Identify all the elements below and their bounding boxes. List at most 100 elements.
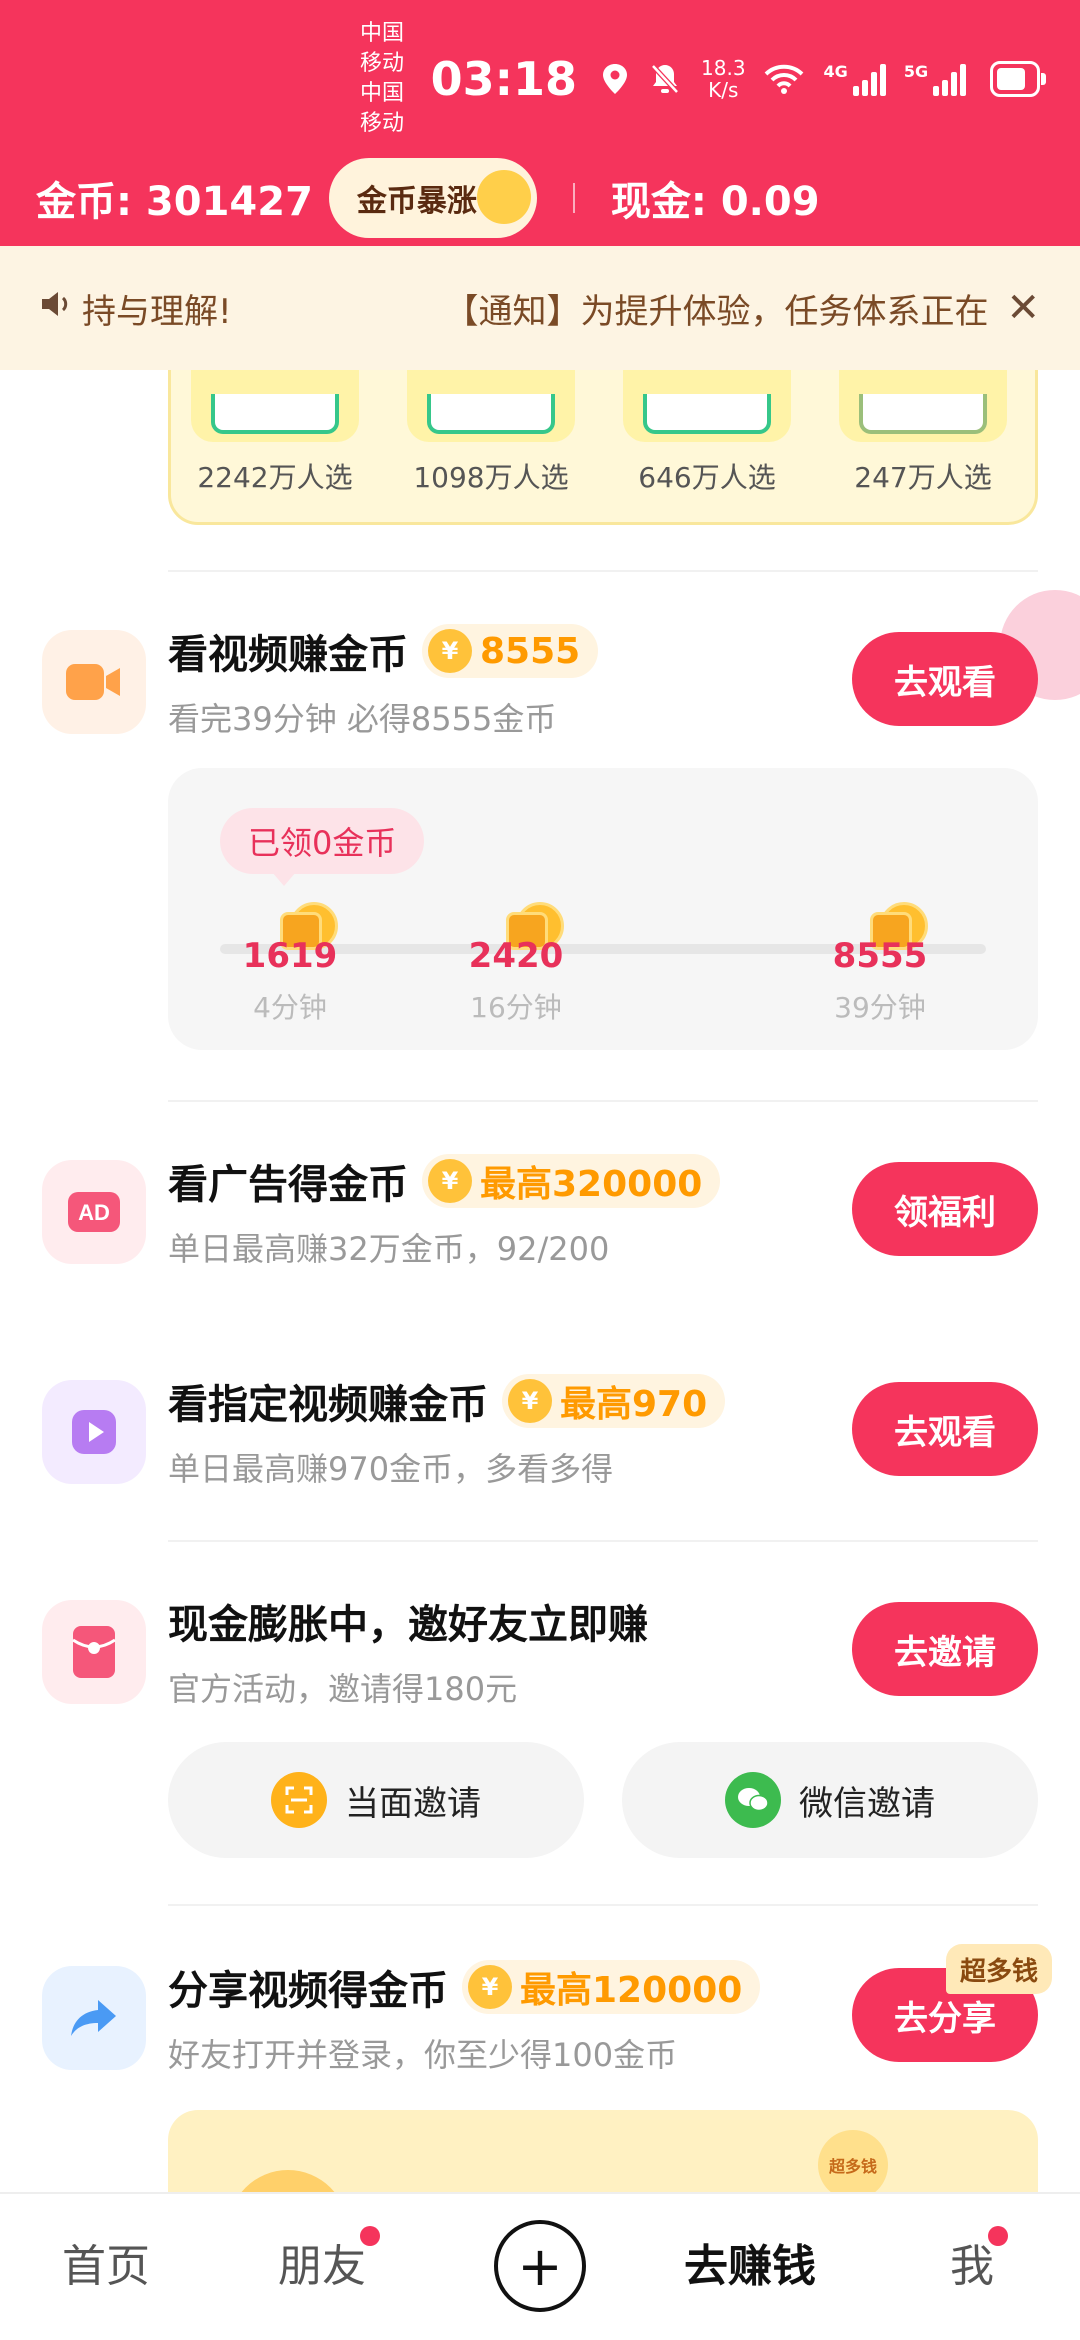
task-title: 现金膨胀中，邀好友立即赚 (168, 1592, 648, 1650)
tab-me[interactable]: 我 (950, 2226, 1008, 2294)
watch-assigned-button[interactable]: 去观看 (852, 1382, 1038, 1476)
task-watch-ads: AD 看广告得金币 ¥ 最高320000 单日最高赚32万金币，92/200 领福… (42, 1142, 1038, 1268)
milestone-time: 39分钟 (834, 991, 926, 1024)
coin-icon: ¥ (428, 1159, 472, 1203)
share-arrow-icon (42, 1966, 146, 2070)
face-invite-label: 当面邀请 (345, 1783, 481, 1824)
goods-item[interactable]: 247万人选 (839, 370, 1007, 494)
wallet-divider (572, 183, 575, 213)
task-title-text: 分享视频得金币 (168, 1968, 448, 2014)
task-subtitle: 单日最高赚32万金币，92/200 (168, 1230, 610, 1268)
task-title: 看指定视频赚金币 ¥ 最高970 (168, 1372, 726, 1430)
task-title-text: 看视频赚金币 (168, 632, 408, 678)
reward-value: 最高970 (560, 1384, 708, 1425)
net-speed: 18.3 K/s (701, 57, 746, 101)
collected-bubble: 已领0金币 (220, 808, 425, 886)
status-time: 03:18 (430, 52, 578, 106)
notification-dot (988, 2226, 1008, 2246)
milestone-value: 2420 (468, 936, 564, 976)
net-type-2: 5G (903, 62, 929, 81)
carrier-2: 中国移动 (360, 81, 405, 136)
reward-pill: ¥ 最高120000 (462, 1960, 761, 2014)
goods-thumb (191, 370, 359, 442)
wechat-invite-label: 微信邀请 (799, 1783, 935, 1824)
wechat-invite-button[interactable]: 微信邀请 (622, 1742, 1038, 1858)
notice-text: 【通知】为提升体验，任务体系正在 (444, 291, 989, 332)
goods-strip: 2242万人选 1098万人选 646万人选 247万人选 (168, 370, 1038, 525)
net-type-1: 4G (823, 62, 848, 81)
tab-friends-label: 朋友 (278, 2241, 366, 2292)
signal-5g-icon: 5G (903, 62, 967, 96)
goods-label: 2242万人选 (197, 461, 353, 494)
task-subtitle: 单日最高赚970金币，多看多得 (168, 1450, 614, 1488)
reward-pill: ¥ 最高970 (502, 1374, 726, 1428)
task-title: 看视频赚金币 ¥8555 (168, 622, 599, 680)
wechat-icon (725, 1772, 781, 1828)
notice-bar[interactable]: 持与理解! 【通知】为提升体验，任务体系正在 ✕ (0, 246, 1080, 370)
cash-balance[interactable]: 现金: 0.09 (611, 169, 820, 227)
goods-item[interactable]: 1098万人选 (407, 370, 575, 494)
watch-video-button[interactable]: 去观看 (852, 632, 1038, 726)
tab-home[interactable]: 首页 (62, 2230, 150, 2294)
task-share-video: 分享视频得金币 ¥ 最高120000 好友打开并登录，你至少得100金币 去分享 (42, 1948, 1038, 2074)
task-assigned-video: 看指定视频赚金币 ¥ 最高970 单日最高赚970金币，多看多得 去观看 (42, 1362, 1038, 1488)
milestone: 1619 4分钟 (220, 900, 360, 1026)
net-speed-value: 18.3 (701, 56, 746, 80)
red-envelope-icon (42, 1600, 146, 1704)
speaker-icon (40, 288, 74, 328)
coin-icon: ¥ (508, 1379, 552, 1423)
coin-icon: ¥ (468, 1965, 512, 2009)
reward-pill: ¥ 最高320000 (422, 1154, 721, 1208)
milestone-value: 8555 (832, 936, 928, 976)
task-invite: 现金膨胀中，邀好友立即赚 官方活动，邀请得180元 去邀请 (42, 1582, 1038, 1708)
claim-benefit-button[interactable]: 领福利 (852, 1162, 1038, 1256)
coin-icon: ¥ (428, 629, 472, 673)
super-money-tag: 超多钱 (945, 1944, 1052, 1994)
divider (168, 1540, 1038, 1542)
wifi-icon (764, 63, 804, 95)
scan-icon (271, 1772, 327, 1828)
goods-item[interactable]: 646万人选 (623, 370, 791, 494)
invite-button[interactable]: 去邀请 (852, 1602, 1038, 1696)
milestone: 8555 39分钟 (810, 900, 950, 1026)
watch-progress-card: 已领0金币 1619 4分钟 2420 16分钟 8555 39分钟 (168, 768, 1038, 1050)
play-icon (42, 1380, 146, 1484)
tab-earn[interactable]: 去赚钱 (684, 2230, 816, 2294)
signal-4g-icon: 4G (824, 62, 886, 96)
milestone-value: 1619 (242, 936, 338, 976)
bottom-tab-bar: 首页 朋友 + 去赚钱 我 (0, 2192, 1080, 2340)
net-speed-unit: K/s (708, 78, 739, 102)
milestone-time: 16分钟 (470, 991, 562, 1024)
add-icon[interactable]: + (494, 2220, 586, 2312)
face-to-face-invite-button[interactable]: 当面邀请 (168, 1742, 584, 1858)
reward-pill: ¥8555 (422, 624, 599, 678)
goods-label: 247万人选 (854, 461, 992, 494)
coin-balance[interactable]: 金币: 301427 (36, 169, 313, 227)
reward-value: 最高320000 (480, 1164, 703, 1205)
ad-icon: AD (42, 1160, 146, 1264)
status-bar: 中国移动 中国移动 03:18 18.3 K/s 4G 5G (360, 21, 1046, 136)
coin-surge-badge[interactable]: 金币暴涨 (328, 158, 537, 238)
divider (168, 570, 1038, 572)
tab-friends[interactable]: 朋友 (278, 2226, 380, 2294)
spark-icon (476, 170, 531, 224)
svg-text:AD: AD (78, 1200, 110, 1225)
video-camera-icon (42, 630, 146, 734)
reward-value: 最高120000 (520, 1970, 743, 2011)
goods-item[interactable]: 2242万人选 (191, 370, 359, 494)
goods-thumb (623, 370, 791, 442)
mute-bell-icon (649, 62, 681, 96)
notification-dot (360, 2226, 380, 2246)
close-icon[interactable]: ✕ (1006, 285, 1040, 331)
task-title-text: 看指定视频赚金币 (168, 1382, 488, 1428)
divider (168, 1904, 1038, 1906)
milestone: 2420 16分钟 (446, 900, 586, 1026)
divider (168, 1100, 1038, 1102)
goods-label: 1098万人选 (413, 461, 569, 494)
tab-me-label: 我 (950, 2241, 994, 2292)
task-subtitle: 好友打开并登录，你至少得100金币 (168, 2036, 678, 2074)
location-icon (601, 62, 629, 96)
top-header: 中国移动 中国移动 03:18 18.3 K/s 4G 5G 金币: 30142… (0, 0, 1080, 246)
goods-thumb (407, 370, 575, 442)
task-subtitle: 看完39分钟 必得8555金币 (168, 700, 557, 738)
